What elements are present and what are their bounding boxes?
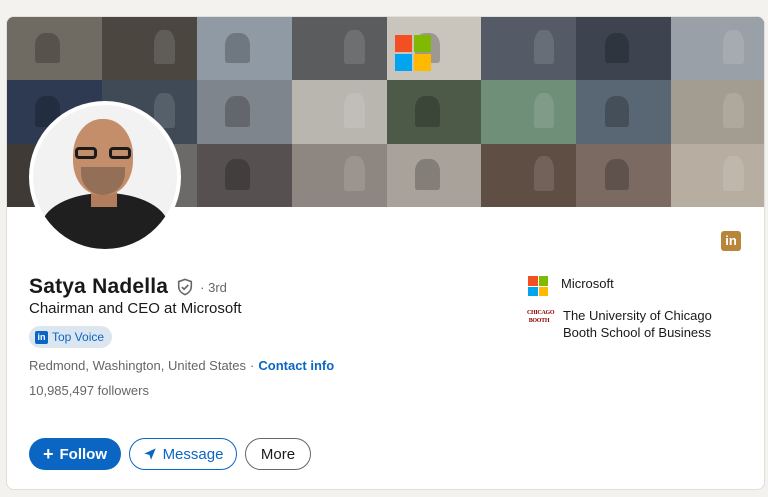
follow-button[interactable]: + Follow [29,438,121,470]
linkedin-badge-icon: in [35,330,48,344]
contact-info-link[interactable]: Contact info [258,358,334,373]
microsoft-logo-icon [527,275,549,297]
profile-card: in Satya Nadella · 3rd Chairman and CEO … [6,16,765,490]
more-label: More [260,445,296,463]
org-item-microsoft[interactable]: Microsoft [527,275,733,297]
send-icon [143,448,156,460]
profile-headline: Chairman and CEO at Microsoft [29,300,242,317]
location-row: Redmond, Washington, United States · Con… [29,358,334,373]
connection-degree: · 3rd [200,279,227,295]
follow-label: Follow [59,445,108,463]
avatar [33,105,177,249]
profile-location: Redmond, Washington, United States [29,358,247,373]
profile-photo[interactable] [29,101,181,253]
org-name: Microsoft [561,276,614,291]
location-separator: · [250,358,255,373]
message-label: Message [162,445,224,463]
verified-shield-icon[interactable] [176,278,194,296]
name-row: Satya Nadella · 3rd [29,273,227,301]
org-name: The University of Chicago Booth School o… [563,308,712,340]
profile-actions: + Follow Message More [29,438,311,470]
followers-count: 10,985,497 followers [29,383,149,398]
chicago-booth-logo-icon: CHICAGO BOOTH [527,310,555,324]
more-button[interactable]: More [245,438,311,470]
org-item-chicago-booth[interactable]: CHICAGO BOOTH The University of Chicago … [527,307,733,341]
top-voice-badge[interactable]: in Top Voice [29,326,113,348]
linkedin-icon[interactable]: in [721,231,741,251]
banner-microsoft-logo [395,35,431,71]
plus-icon: + [42,444,54,464]
organizations-list: Microsoft CHICAGO BOOTH The University o… [527,275,733,351]
profile-name: Satya Nadella [29,275,169,298]
message-button[interactable]: Message [129,438,237,470]
top-voice-label: Top Voice [52,330,105,344]
